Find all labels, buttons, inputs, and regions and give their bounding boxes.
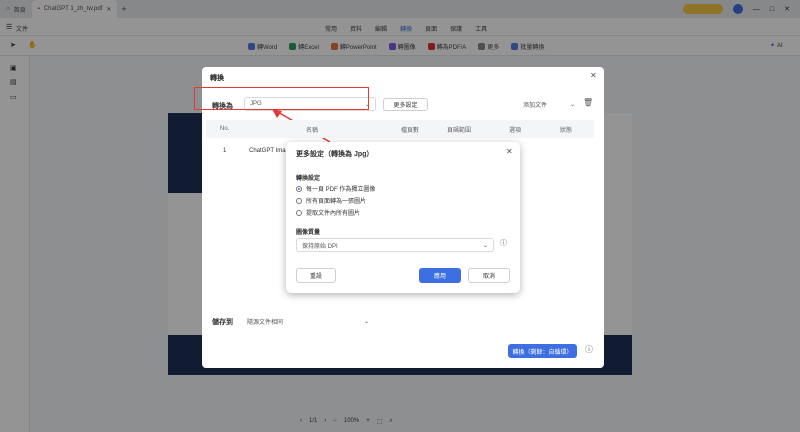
option-extract-images[interactable]: 提取文件內所有圖片 (296, 208, 360, 217)
image-quality-label: 圖像質量 (296, 230, 321, 236)
row-no: 1 (223, 148, 227, 154)
col-status: 狀態 (560, 127, 573, 134)
chevron-down-icon: ⌄ (569, 101, 575, 108)
col-range: 頁碼範圍 (447, 127, 472, 134)
chevron-down-icon: ⌄ (482, 242, 488, 249)
radio-selected[interactable] (296, 185, 302, 192)
file-table-header: No. 名稱 檔頁數 頁碼範圍 選項 狀態 (206, 120, 594, 138)
conversion-settings-label: 轉換設定 (296, 176, 321, 182)
option-single-image[interactable]: 所有頁面轉為一張圖片 (296, 196, 366, 205)
trash-icon[interactable]: 🗑 (583, 99, 593, 107)
info-icon[interactable]: ⓘ (585, 346, 593, 354)
row-name: ChatGPT Ima (249, 148, 286, 154)
convert-panel-title: 轉換 (210, 75, 224, 82)
chevron-down-icon: ⌄ (363, 318, 369, 325)
radio[interactable] (296, 209, 302, 216)
cancel-button[interactable]: 取消 (468, 268, 510, 283)
apply-button[interactable]: 應用 (419, 268, 461, 283)
col-options: 選項 (509, 127, 522, 134)
save-to-label: 儲存到 (212, 319, 233, 326)
quality-select[interactable]: 保持原始 DPI ⌄ (296, 238, 494, 252)
close-icon[interactable]: ✕ (590, 72, 597, 80)
dialog-close-icon[interactable]: ✕ (506, 148, 513, 156)
convert-button[interactable]: 轉換（剩餘：自循環） (508, 344, 577, 358)
reset-button[interactable]: 重設 (296, 268, 336, 283)
quality-value: 保持原始 DPI (302, 243, 338, 250)
col-no: No. (220, 126, 230, 132)
info-icon[interactable]: ⓘ (500, 240, 507, 247)
col-pages: 檔頁數 (401, 127, 420, 134)
col-name: 名稱 (306, 127, 319, 134)
more-settings-button[interactable]: 更多設定 (383, 98, 428, 111)
add-files-select[interactable]: 添加文件 ⌄ (518, 97, 580, 111)
add-files-label: 添加文件 (523, 102, 548, 109)
radio[interactable] (296, 197, 302, 204)
dialog-title: 更多設定（轉換為 Jpg） (296, 151, 374, 158)
save-to-value: 隨源文件相同 (247, 319, 284, 326)
highlight-box (194, 87, 369, 110)
save-to-select[interactable]: 隨源文件相同 ⌄ (242, 314, 374, 328)
option-each-page[interactable]: 每一頁 PDF 作為獨立圖像 (296, 184, 375, 193)
